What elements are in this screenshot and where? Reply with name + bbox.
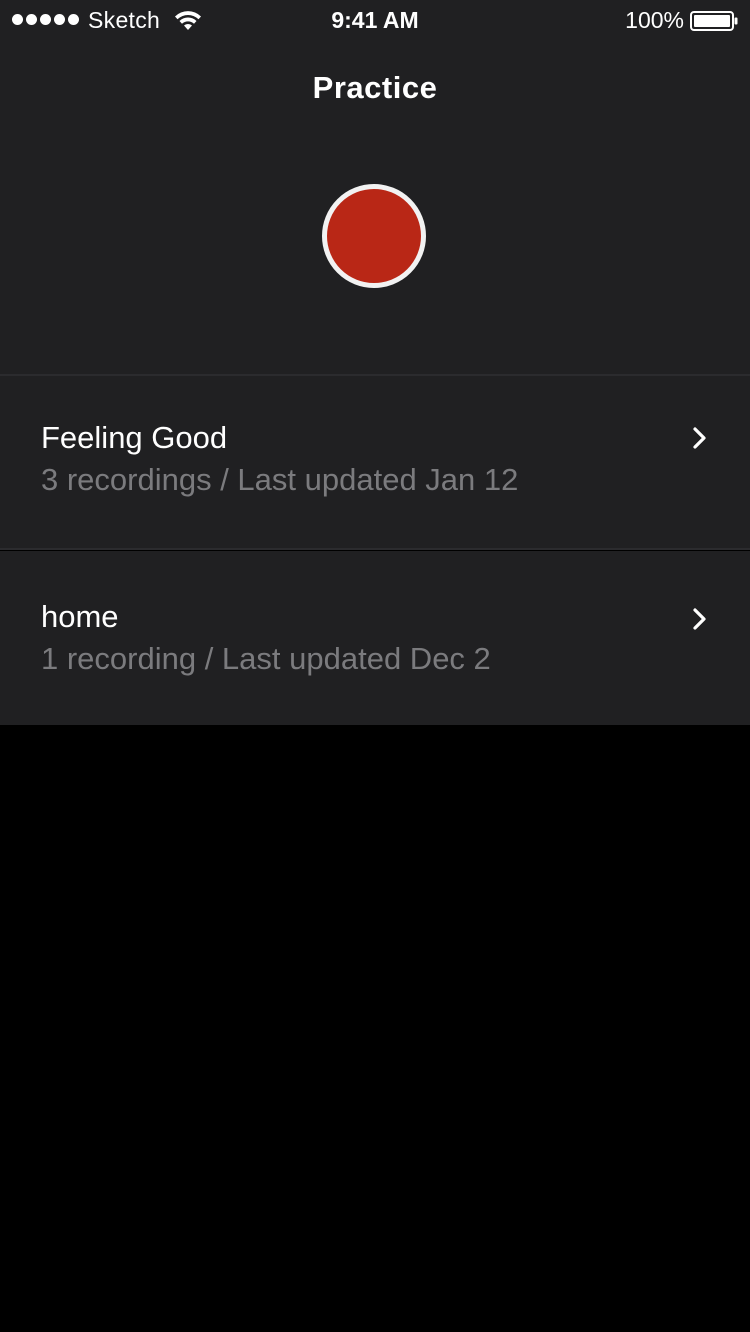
practice-screen: Sketch 9:41 AM 100% Practice Feeling Goo… [0, 0, 750, 1332]
recording-subtitle: 3 recordings / Last updated Jan 12 [41, 462, 519, 497]
list-item[interactable]: Feeling Good 3 recordings / Last updated… [0, 376, 750, 548]
record-button[interactable] [322, 184, 426, 288]
status-bar: Sketch 9:41 AM 100% [0, 0, 750, 40]
list-item[interactable]: home 1 recording / Last updated Dec 2 [0, 551, 750, 725]
battery-icon [690, 11, 738, 31]
recording-title: home [41, 599, 119, 634]
divider [0, 548, 750, 550]
recording-subtitle: 1 recording / Last updated Dec 2 [41, 641, 491, 676]
recording-title: Feeling Good [41, 420, 228, 455]
page-title: Practice [312, 70, 438, 105]
chevron-right-icon [693, 427, 706, 449]
battery-percentage: 100% [625, 7, 684, 33]
chevron-right-icon [693, 608, 706, 630]
